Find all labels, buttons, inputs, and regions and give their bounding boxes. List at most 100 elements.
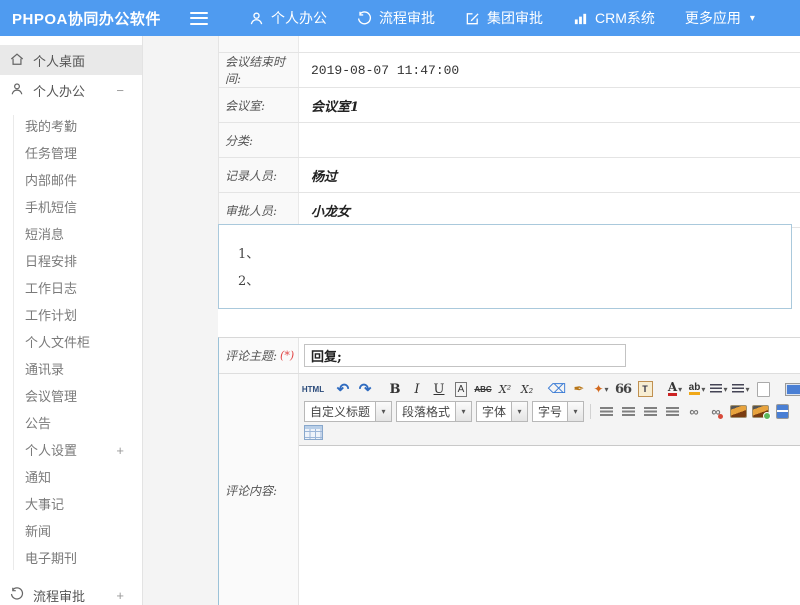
nav-workflow-approval[interactable]: 流程审批 <box>357 8 435 28</box>
sidebar-item-personal-file-cabinet[interactable]: 个人文件柜 <box>0 329 142 356</box>
html-source-button[interactable]: HTML <box>303 379 323 399</box>
autotypeset-button[interactable]: A <box>451 379 471 399</box>
insert-table-button[interactable] <box>303 423 323 443</box>
paste-plain-text-button[interactable]: T <box>635 379 655 399</box>
unordered-list-button[interactable]: ▾ <box>731 379 751 399</box>
caret-down-icon: ▾ <box>723 385 727 394</box>
italic-button[interactable]: I <box>407 379 427 399</box>
custom-title-select[interactable]: 自定义标题▾ <box>304 401 392 422</box>
undo-button[interactable]: ↶ <box>333 379 353 399</box>
ordered-list-button[interactable]: ▾ <box>709 379 729 399</box>
format-brush-button[interactable]: ✒ <box>569 379 589 399</box>
sidebar-item-memorabilia[interactable]: 大事记 <box>0 491 142 518</box>
sidebar-item-e-journal[interactable]: 电子期刊 <box>0 545 142 572</box>
sidebar-item-news[interactable]: 新闻 <box>0 518 142 545</box>
upload-image-button[interactable] <box>750 402 770 422</box>
bold-button[interactable]: B <box>385 379 405 399</box>
nav-group-approval[interactable]: 集团审批 <box>465 8 543 28</box>
paste-icon: T <box>638 381 653 397</box>
underline-button[interactable]: U <box>429 379 449 399</box>
sidebar-item-task-management[interactable]: 任务管理 <box>0 140 142 167</box>
justify-button[interactable] <box>662 402 682 422</box>
align-center-button[interactable] <box>618 402 638 422</box>
sidebar-group-personal-office[interactable]: 个人办公 − <box>0 75 142 105</box>
rich-text-editor: HTML ↶ ↷ B I U A ABC X² X₂ <box>299 374 800 605</box>
collapse-icon[interactable]: − <box>116 83 124 98</box>
font-color-icon: A <box>668 382 677 396</box>
table-row-recorder: 记录人员: 杨过 <box>219 158 800 193</box>
sidebar-item-personal-desktop[interactable]: 个人桌面 <box>0 45 142 75</box>
editor-content-area[interactable] <box>299 446 800 605</box>
eraser-button[interactable]: ⌫ <box>547 379 567 399</box>
nav-personal-office[interactable]: 个人办公 <box>249 8 327 28</box>
sidebar-item-my-attendance[interactable]: 我的考勤 <box>0 113 142 140</box>
caret-down-icon: ▾ <box>455 402 471 421</box>
highlight-icon: ab <box>689 383 701 395</box>
highlight-color-button[interactable]: ab▾ <box>687 379 707 399</box>
ordered-list-icon <box>710 384 722 394</box>
table-row <box>219 36 800 53</box>
remove-link-button[interactable]: ∞ <box>706 402 726 422</box>
fullscreen-button[interactable] <box>783 379 800 399</box>
align-right-button[interactable] <box>640 402 660 422</box>
nav-more-apps[interactable]: 更多应用 ▾ <box>685 8 755 28</box>
comment-content-row: 评论内容: HTML ↶ ↷ B I U A <box>219 374 800 605</box>
table-row-meeting-end-time: 会议结束时间: 2019-08-07 11:47:00 <box>219 53 800 88</box>
table-row-category: 分类: <box>219 123 800 158</box>
sidebar-item-work-log[interactable]: 工作日志 <box>0 275 142 302</box>
auto-format-button[interactable]: ✦▾ <box>591 379 611 399</box>
expand-icon[interactable]: + <box>116 437 124 464</box>
superscript-button[interactable]: X² <box>495 379 515 399</box>
sidebar-item-work-plan[interactable]: 工作计划 <box>0 302 142 329</box>
toolbar-row-3 <box>302 422 797 443</box>
redo-button[interactable]: ↷ <box>355 379 375 399</box>
align-center-icon <box>622 407 635 417</box>
sidebar-item-internal-mail[interactable]: 内部邮件 <box>0 167 142 194</box>
caret-down-icon: ▾ <box>678 385 682 394</box>
sidebar-group-workflow-approval[interactable]: 流程审批 + <box>0 580 142 605</box>
bold-icon: B <box>390 382 401 397</box>
subscript-button[interactable]: X₂ <box>517 379 537 399</box>
personal-office-submenu: 我的考勤 任务管理 内部邮件 手机短信 短消息 日程安排 工作日志 工作计划 个… <box>0 113 142 572</box>
magic-wand-icon: ✦ <box>593 382 603 396</box>
sidebar-item-meeting-management[interactable]: 会议管理 <box>0 383 142 410</box>
font-size-select[interactable]: 字号▾ <box>532 401 584 422</box>
content-line: 2、 <box>238 268 791 295</box>
font-family-select[interactable]: 字体▾ <box>476 401 528 422</box>
blockquote-button[interactable]: 66 <box>613 379 633 399</box>
font-color-button[interactable]: A▾ <box>665 379 685 399</box>
toolbar-row-1: HTML ↶ ↷ B I U A ABC X² X₂ <box>302 377 797 401</box>
new-page-button[interactable] <box>753 379 773 399</box>
align-left-icon <box>600 407 613 417</box>
paragraph-format-select[interactable]: 段落格式▾ <box>396 401 472 422</box>
history-icon <box>357 11 372 26</box>
sidebar-item-short-message[interactable]: 短消息 <box>0 221 142 248</box>
comment-subject-input[interactable] <box>304 344 626 367</box>
sidebar-item-personal-settings[interactable]: 个人设置+ <box>0 437 142 464</box>
table-row-approver: 审批人员: 小龙女 <box>219 193 800 228</box>
insert-video-button[interactable] <box>772 402 792 422</box>
sidebar-item-announcement[interactable]: 公告 <box>0 410 142 437</box>
insert-link-button[interactable]: ∞ <box>684 402 704 422</box>
sidebar-item-contacts[interactable]: 通讯录 <box>0 356 142 383</box>
toolbar-separator <box>590 404 591 419</box>
content-line: 1、 <box>238 241 791 268</box>
redo-icon: ↷ <box>359 380 372 398</box>
expand-icon[interactable]: + <box>116 588 124 603</box>
caret-down-icon: ▾ <box>567 402 583 421</box>
insert-image-button[interactable] <box>728 402 748 422</box>
blockquote-icon: 66 <box>615 382 631 397</box>
sidebar-item-notice[interactable]: 通知 <box>0 464 142 491</box>
nav-crm-system[interactable]: CRM系统 <box>573 8 655 28</box>
align-left-button[interactable] <box>596 402 616 422</box>
strikethrough-button[interactable]: ABC <box>473 379 493 399</box>
format-brush-icon: ✒ <box>574 381 585 397</box>
caret-down-icon: ▾ <box>375 402 391 421</box>
required-mark: (*) <box>280 349 294 362</box>
person-icon <box>10 82 24 99</box>
sidebar-toggle-button[interactable] <box>190 12 208 25</box>
sidebar-item-schedule[interactable]: 日程安排 <box>0 248 142 275</box>
meeting-content-box: 1、 2、 <box>218 224 792 309</box>
italic-icon: I <box>414 382 419 397</box>
sidebar-item-mobile-sms[interactable]: 手机短信 <box>0 194 142 221</box>
